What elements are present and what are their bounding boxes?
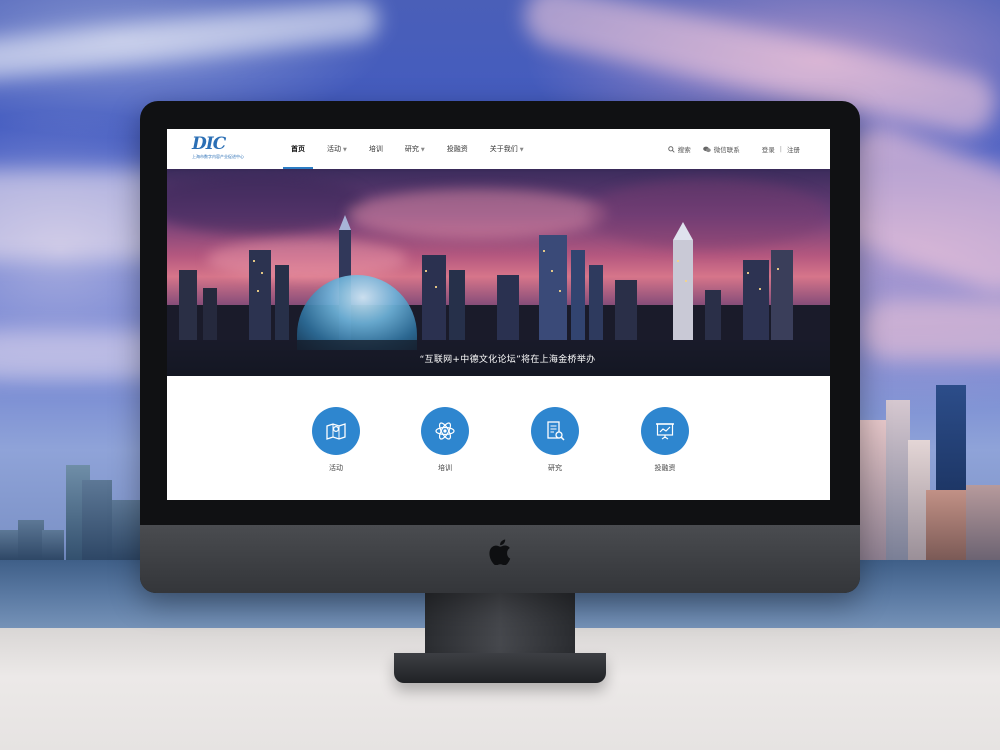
main-menu: 首页 活动 ▼ 培训 研究 ▼ 投融资 关于我们 ▼ <box>280 129 535 169</box>
feature-research[interactable]: 研究 <box>525 407 585 473</box>
logo-mark: DIC <box>192 134 226 154</box>
nav-item-training[interactable]: 培训 <box>358 129 394 169</box>
feature-label: 研究 <box>548 464 562 472</box>
map-icon <box>326 423 346 440</box>
auth-divider: | <box>779 145 782 153</box>
top-navbar: DIC 上海市数字内容产业促进中心 首页 活动 ▼ 培训 研究 ▼ 投融资 关于… <box>167 129 830 169</box>
nav-item-label: 研究 <box>404 145 419 153</box>
nav-item-label: 投融资 <box>446 145 468 153</box>
feature-training[interactable]: 培训 <box>415 407 475 473</box>
login-link[interactable]: 登录 <box>762 144 775 154</box>
nav-item-label: 首页 <box>291 145 305 153</box>
site-logo[interactable]: DIC 上海市数字内容产业促进中心 <box>192 135 252 163</box>
nav-item-activities[interactable]: 活动 ▼ <box>316 129 358 169</box>
chevron-down-icon: ▼ <box>343 147 347 153</box>
document-search-icon <box>547 421 565 441</box>
cloud-streak <box>860 300 1000 360</box>
nav-item-label: 活动 <box>327 145 341 153</box>
nav-item-research[interactable]: 研究 ▼ <box>394 129 436 169</box>
search-button[interactable]: 搜索 <box>668 144 691 154</box>
nav-item-about[interactable]: 关于我们 ▼ <box>479 129 535 169</box>
feature-label: 培训 <box>438 464 452 472</box>
imac-chin <box>140 525 860 593</box>
feature-circle <box>421 407 469 455</box>
wechat-contact-button[interactable]: 微信联系 <box>702 144 740 154</box>
imac-monitor: DIC 上海市数字内容产业促进中心 首页 活动 ▼ 培训 研究 ▼ 投融资 关于… <box>140 101 860 593</box>
logo-subtitle: 上海市数字内容产业促进中心 <box>192 154 244 159</box>
nav-item-label: 关于我们 <box>489 145 518 153</box>
wechat-icon <box>702 146 711 152</box>
auth-links: 登录 | 注册 <box>762 144 800 154</box>
left-skyline <box>0 450 140 560</box>
search-label: 搜索 <box>677 146 691 154</box>
nav-right-tools: 搜索 微信联系 登录 | 注册 <box>656 129 800 169</box>
nav-item-investment[interactable]: 投融资 <box>436 129 479 169</box>
apple-logo-icon <box>489 539 511 565</box>
chevron-down-icon: ▼ <box>420 147 425 153</box>
imac-stand-neck <box>425 593 575 655</box>
feature-investment[interactable]: 投融资 <box>635 407 695 473</box>
presentation-chart-icon <box>656 423 674 440</box>
feature-section: 活动 培训 研究 投融资 <box>167 376 830 500</box>
nav-item-label: 培训 <box>368 145 383 153</box>
imac-stand-foot <box>394 653 606 683</box>
nav-item-home[interactable]: 首页 <box>280 129 316 169</box>
atom-icon <box>435 422 455 440</box>
banner-caption-bar: “互联网+中德文化论坛”将在上海金桥举办 <box>167 340 830 376</box>
banner-caption[interactable]: “互联网+中德文化论坛”将在上海金桥举办 <box>420 352 596 365</box>
feature-circle <box>312 407 360 455</box>
feature-label: 投融资 <box>654 464 676 472</box>
chevron-down-icon: ▼ <box>519 147 524 153</box>
hero-banner[interactable]: “互联网+中德文化论坛”将在上海金桥举办 <box>167 169 830 376</box>
feature-label: 活动 <box>329 464 343 472</box>
feature-circle <box>531 407 579 455</box>
right-skyline <box>860 380 1000 560</box>
banner-city-skyline <box>167 215 830 340</box>
wechat-label: 微信联系 <box>713 146 740 154</box>
cloud-streak <box>0 0 381 82</box>
search-icon <box>668 145 675 153</box>
register-link[interactable]: 注册 <box>787 144 800 154</box>
feature-circle <box>641 407 689 455</box>
feature-activities[interactable]: 活动 <box>306 407 366 473</box>
website-screen: DIC 上海市数字内容产业促进中心 首页 活动 ▼ 培训 研究 ▼ 投融资 关于… <box>167 129 830 500</box>
